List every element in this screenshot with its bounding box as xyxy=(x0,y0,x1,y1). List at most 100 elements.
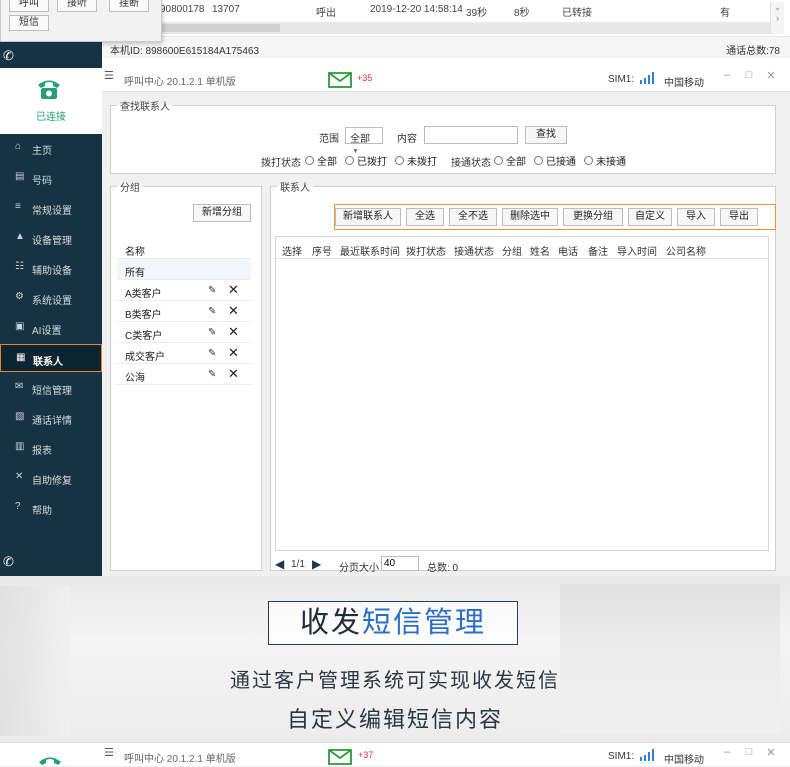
maximize-icon[interactable]: □ xyxy=(742,746,756,760)
total-count: 总数: 0 xyxy=(427,563,459,574)
next-page-icon[interactable]: ▶ xyxy=(312,557,321,571)
delete-icon[interactable]: ✕ xyxy=(228,366,239,382)
sms-icon: ✉ xyxy=(15,381,24,392)
call-duration: 39秒 xyxy=(466,8,488,19)
sidebar-item-12[interactable]: ? 帮助 xyxy=(0,494,102,522)
column-header[interactable]: 序号 xyxy=(312,243,332,258)
horizontal-scrollbar[interactable] xyxy=(160,22,770,34)
column-header[interactable]: 导入时间 xyxy=(617,243,657,258)
toolbar-button-4[interactable]: 更换分组 xyxy=(563,208,623,226)
column-header[interactable]: 选择 xyxy=(282,243,302,258)
content-input[interactable] xyxy=(424,126,518,144)
scrollbar-thumb[interactable] xyxy=(160,24,280,32)
delete-icon[interactable]: ✕ xyxy=(228,324,239,340)
dial-radio-2[interactable]: 未拨打 xyxy=(395,153,437,168)
vertical-scrollbar[interactable]: ⌄ › xyxy=(770,2,784,34)
toolbar-button-6[interactable]: 导入 xyxy=(677,208,715,226)
add-group-button[interactable]: 新增分组 xyxy=(193,204,251,222)
column-header[interactable]: 接通状态 xyxy=(454,243,494,258)
dial-radio-1[interactable]: 已拨打 xyxy=(345,153,387,168)
sms-envelope-icon[interactable] xyxy=(328,72,352,88)
minimize-icon[interactable]: – xyxy=(720,746,734,760)
answer-button[interactable]: 接听 xyxy=(57,0,97,12)
sidebar-item-2[interactable]: ≡ 常规设置 xyxy=(0,194,102,222)
edit-icon[interactable]: ✎ xyxy=(208,348,216,359)
toolbar-button-5[interactable]: 自定义 xyxy=(628,208,672,226)
toolbar-button-7[interactable]: 导出 xyxy=(720,208,758,226)
sidebar-item-11[interactable]: ✕ 自助修复 xyxy=(0,464,102,492)
contacts-grid-header: 选择 序号 最近联系时间 拨打状态 接通状态 分组 姓名 电话 备注 导入时间 公司名称 xyxy=(276,237,768,259)
connect-radio-0[interactable]: 全部 xyxy=(494,153,526,168)
column-header[interactable]: 备注 xyxy=(588,243,608,258)
minimize-icon[interactable]: – xyxy=(720,69,734,83)
sidebar-item-7[interactable]: ▦ 联系人 xyxy=(0,344,102,372)
call-record-row[interactable]: 90800178 13707 呼出 2019-12-20 14:58:14 39… xyxy=(160,2,790,19)
sms-button[interactable]: 短信 xyxy=(9,15,49,31)
sidebar-item-0[interactable]: ⌂ 主页 xyxy=(0,134,102,162)
group-row[interactable]: B类客户 ✎ ✕ xyxy=(117,301,251,322)
page-size-input[interactable] xyxy=(381,556,419,571)
edit-icon[interactable]: ✎ xyxy=(208,285,216,296)
group-row[interactable]: 成交客户 ✎ ✕ xyxy=(117,343,251,364)
column-header[interactable]: 姓名 xyxy=(530,243,550,258)
search-contacts-panel: 查找联系人 范围 全部 ▼ 内容 查找 拨打状态 全部 已拨打 未拨打 接通状态 全… xyxy=(110,98,776,174)
column-header[interactable]: 分组 xyxy=(502,243,522,258)
column-header[interactable]: 公司名称 xyxy=(666,243,706,258)
connection-status: 已连接 xyxy=(36,112,66,123)
group-row[interactable]: A类客户 ✎ ✕ xyxy=(117,280,251,301)
sidebar-item-label: 短信管理 xyxy=(32,386,72,397)
sidebar-item-10[interactable]: ▥ 报表 xyxy=(0,434,102,462)
hangup-button[interactable]: 挂断 xyxy=(109,0,149,12)
telephone-icon xyxy=(39,757,61,765)
connect-radio-1[interactable]: 已接通 xyxy=(534,153,576,168)
menu-icon[interactable]: ☰ xyxy=(104,69,114,82)
delete-icon[interactable]: ✕ xyxy=(228,303,239,319)
number-icon: ▤ xyxy=(15,171,25,182)
prev-page-icon[interactable]: ◀ xyxy=(275,557,284,571)
delete-icon[interactable]: ✕ xyxy=(228,345,239,361)
contacts-toolbar: 新增联系人 全选 全不选 删除选中 更换分组 自定义 导入 导出 xyxy=(334,204,776,230)
sidebar-item-9[interactable]: ▧ 通话详情 xyxy=(0,404,102,432)
call-button[interactable]: 呼叫 xyxy=(9,0,49,12)
range-select[interactable]: 全部 ▼ xyxy=(345,127,383,155)
close-icon[interactable]: ✕ xyxy=(764,69,778,83)
menu-icon[interactable]: ☰ xyxy=(104,746,114,759)
column-header[interactable]: 拨打状态 xyxy=(406,243,446,258)
carrier-name: 中国移动 xyxy=(664,755,704,766)
connection-status-panel: 已连接 xyxy=(0,68,102,134)
connect-radio-2[interactable]: 未接通 xyxy=(584,153,626,168)
maximize-icon[interactable]: □ xyxy=(742,69,756,83)
column-header[interactable]: 最近联系时间 xyxy=(340,243,400,258)
sidebar-item-5[interactable]: ⚙ 系统设置 xyxy=(0,284,102,312)
sms-envelope-icon[interactable] xyxy=(328,749,352,765)
group-row[interactable]: C类客户 ✎ ✕ xyxy=(117,322,251,343)
recording-flag: 有 xyxy=(720,8,730,19)
close-icon[interactable]: ✕ xyxy=(764,746,778,760)
edit-icon[interactable]: ✎ xyxy=(208,327,216,338)
next-screen-strip: ☰ 呼叫中心 20.1.2.1 单机版 +37 SIM1: 中国移动 – □ ✕ xyxy=(0,742,790,766)
scroll-down-icon[interactable]: ⌄ xyxy=(774,2,782,12)
sidebar-item-4[interactable]: ☷ 辅助设备 xyxy=(0,254,102,282)
banner-headline: 收发短信管理 xyxy=(268,601,518,645)
toolbar-button-3[interactable]: 删除选中 xyxy=(502,208,558,226)
app-title: 呼叫中心 20.1.2.1 单机版 xyxy=(124,754,236,765)
sidebar-item-6[interactable]: ▣ AI设置 xyxy=(0,314,102,342)
delete-icon[interactable]: ✕ xyxy=(228,282,239,298)
signal-strength-icon xyxy=(640,749,654,761)
call-action-popup: 呼叫 接听 挂断 短信 xyxy=(0,0,162,42)
sidebar-item-8[interactable]: ✉ 短信管理 xyxy=(0,374,102,402)
sidebar-item-1[interactable]: ▤ 号码 xyxy=(0,164,102,192)
search-button[interactable]: 查找 xyxy=(525,126,567,144)
edit-icon[interactable]: ✎ xyxy=(208,306,216,317)
toolbar-button-0[interactable]: 新增联系人 xyxy=(335,208,401,226)
column-header[interactable]: 电话 xyxy=(558,243,578,258)
group-row[interactable]: 公海 ✎ ✕ xyxy=(117,364,251,385)
edit-icon[interactable]: ✎ xyxy=(208,369,216,380)
scroll-right-icon[interactable]: › xyxy=(776,13,779,23)
dial-radio-0[interactable]: 全部 xyxy=(305,153,337,168)
sidebar-item-label: 常规设置 xyxy=(32,206,72,217)
sidebar-item-3[interactable]: ▲ 设备管理 xyxy=(0,224,102,252)
group-row-all[interactable]: 所有 xyxy=(117,259,251,280)
toolbar-button-2[interactable]: 全不选 xyxy=(449,208,497,226)
toolbar-button-1[interactable]: 全选 xyxy=(406,208,444,226)
